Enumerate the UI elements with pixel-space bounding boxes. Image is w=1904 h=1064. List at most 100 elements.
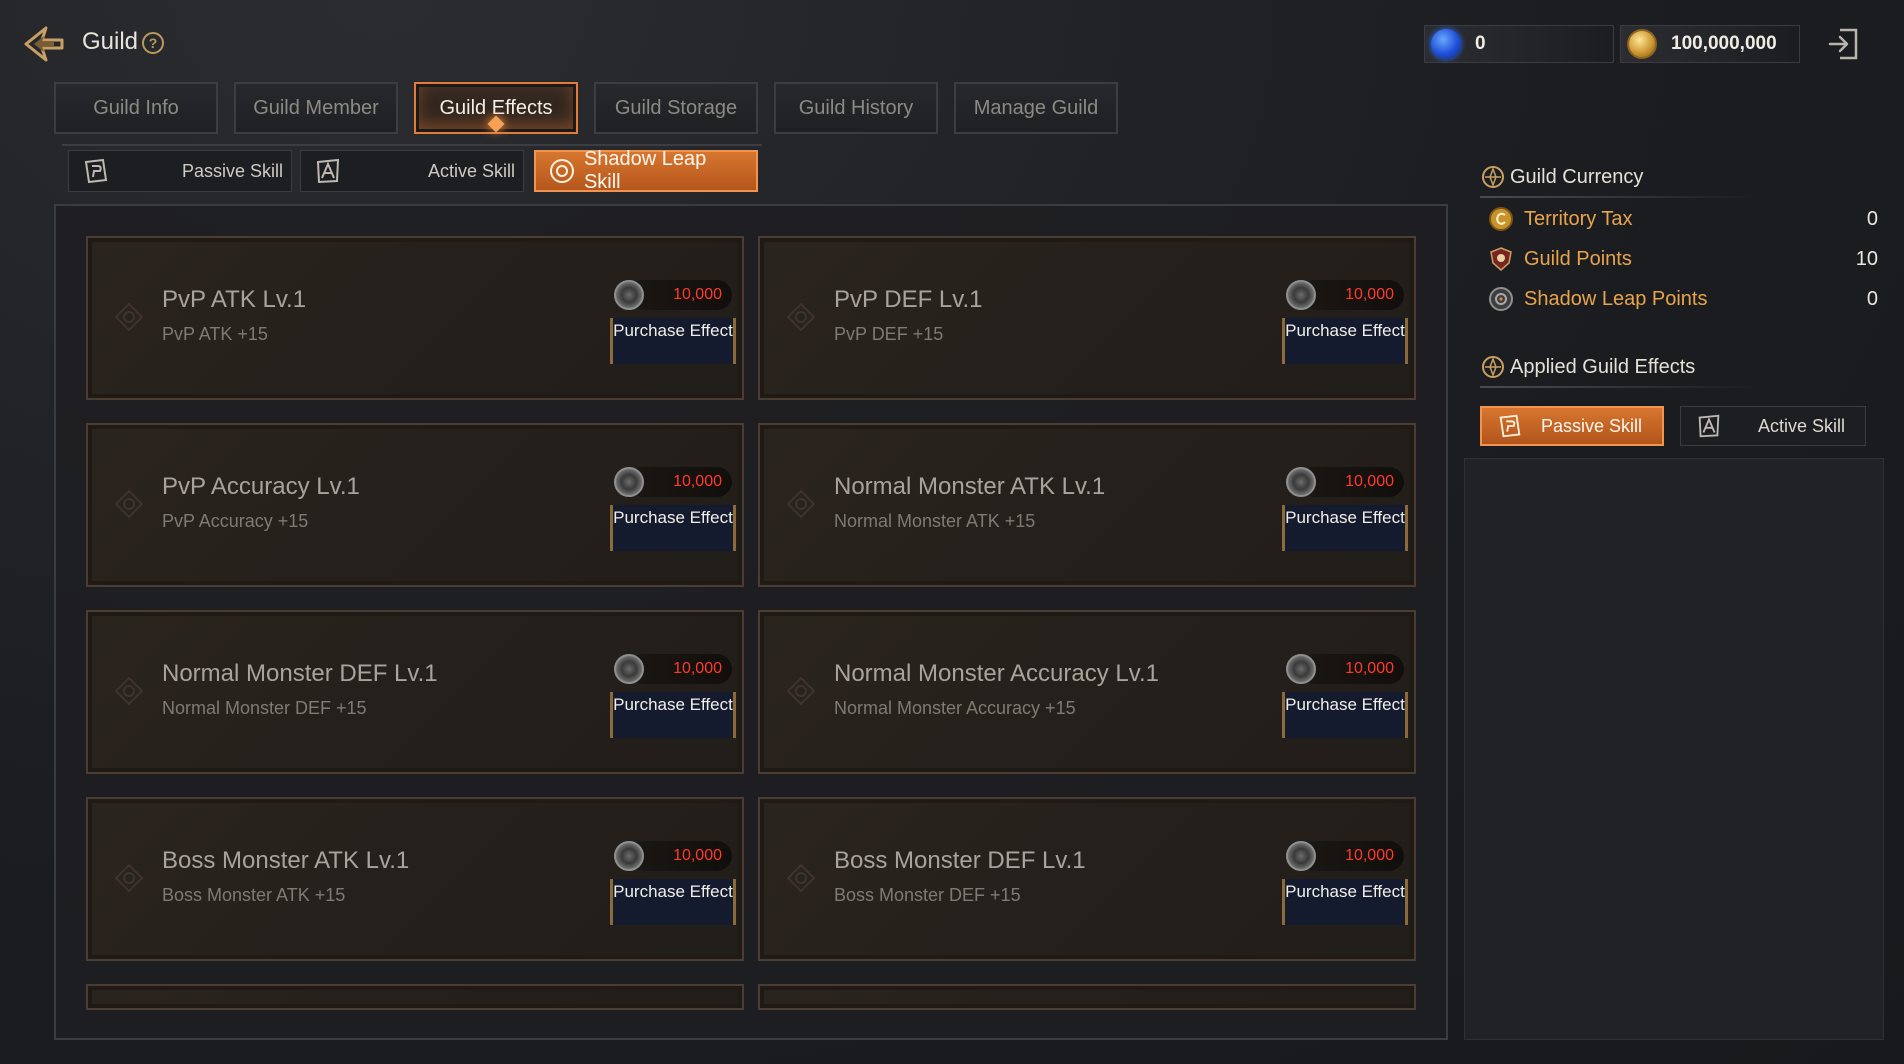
- shadow-leap-coin-icon: [1286, 841, 1316, 871]
- purchase-effect-button[interactable]: Purchase Effect: [1282, 692, 1408, 738]
- shadow-leap-coin-icon: [614, 280, 644, 310]
- effect-name: PvP Accuracy Lv.1: [162, 473, 360, 500]
- gold-currency: 100,000,000: [1620, 25, 1800, 63]
- effect-price: 10,000: [614, 467, 732, 497]
- tab-guild-history[interactable]: Guild History: [774, 82, 938, 134]
- price-value: 10,000: [1345, 286, 1394, 303]
- effect-emblem-icon: [114, 489, 144, 519]
- subtab-label: Shadow Leap Skill: [583, 148, 707, 193]
- effect-price: 10,000: [1286, 467, 1404, 497]
- purchase-effect-button[interactable]: Purchase Effect: [1282, 879, 1408, 925]
- effect-card: Normal Monster ATK Lv.1 Normal Monster AT…: [758, 423, 1416, 587]
- tab-guild-storage[interactable]: Guild Storage: [594, 82, 758, 134]
- gem-amount: 0: [1475, 33, 1486, 54]
- price-value: 10,000: [1345, 660, 1394, 677]
- effect-price: 10,000: [1286, 280, 1404, 310]
- applied-effects-list: [1464, 458, 1884, 1040]
- effect-price: 10,000: [614, 654, 732, 684]
- shadow-leap-coin-icon: [614, 467, 644, 497]
- back-arrow-icon[interactable]: [20, 20, 68, 68]
- price-value: 10,000: [1345, 473, 1394, 490]
- currency-row-guild-points: Guild Points 10: [1488, 242, 1878, 276]
- gold-coin-icon: [1627, 29, 1657, 59]
- purchase-effect-button[interactable]: Purchase Effect: [610, 505, 736, 551]
- effect-description: Normal Monster DEF +15: [162, 698, 367, 718]
- effect-emblem-icon: [786, 302, 816, 332]
- subtab-label: Passive Skill: [181, 160, 283, 181]
- shadow-leap-coin-icon: [1489, 287, 1513, 311]
- effect-card-partial: [86, 984, 744, 1010]
- effect-description: Boss Monster ATK +15: [162, 885, 346, 905]
- shadow-leap-coin-icon: [614, 654, 644, 684]
- price-value: 10,000: [673, 286, 722, 303]
- effect-description: Normal Monster Accuracy +15: [834, 698, 1076, 718]
- effect-card: Normal Monster DEF Lv.1 Normal Monster DE…: [86, 610, 744, 774]
- shadow-leap-coin-icon: [1286, 280, 1316, 310]
- shadow-leap-coin-icon: [1286, 654, 1316, 684]
- divider: [1480, 386, 1760, 388]
- passive-skill-icon: [1499, 414, 1521, 438]
- effect-card: Boss Monster DEF Lv.1 Boss Monster DEF +1…: [758, 797, 1416, 961]
- effect-emblem-icon: [114, 863, 144, 893]
- price-value: 10,000: [673, 473, 722, 490]
- shadow-leap-coin-icon: [1286, 467, 1316, 497]
- applied-effects-title: Applied Guild Effects: [1480, 354, 1695, 380]
- purchase-effect-button[interactable]: Purchase Effect: [1282, 318, 1408, 364]
- effect-price: 10,000: [1286, 841, 1404, 871]
- subtab-shadow-leap-skill[interactable]: Shadow Leap Skill: [534, 148, 758, 193]
- shadow-leap-coin-icon: [614, 841, 644, 871]
- applied-tab-active-skill[interactable]: Active Skill: [1680, 406, 1866, 446]
- effect-emblem-icon: [786, 676, 816, 706]
- purchase-effect-button[interactable]: Purchase Effect: [1282, 505, 1408, 551]
- effect-card: PvP DEF Lv.1 PvP DEF +15 10,000 Purchase Ef…: [758, 236, 1416, 400]
- currency-row-shadow-leap-points: Shadow Leap Points 0: [1488, 282, 1878, 316]
- effect-name: Boss Monster DEF Lv.1: [834, 847, 1086, 874]
- price-value: 10,000: [1345, 847, 1394, 864]
- effect-name: Boss Monster ATK Lv.1: [162, 847, 410, 874]
- effect-name: PvP ATK Lv.1: [162, 286, 307, 313]
- effect-price: 10,000: [614, 280, 732, 310]
- tab-guild-effects[interactable]: Guild Effects: [414, 82, 578, 134]
- territory-tax-coin-icon: [1489, 207, 1513, 231]
- effect-emblem-icon: [786, 863, 816, 893]
- effect-description: PvP Accuracy +15: [162, 511, 309, 531]
- divider: [1480, 196, 1760, 198]
- guild-emblem-icon: [1482, 356, 1504, 378]
- tab-manage-guild[interactable]: Manage Guild: [954, 82, 1118, 134]
- effect-price: 10,000: [1286, 654, 1404, 684]
- active-skill-icon: [1698, 414, 1720, 438]
- gem-currency: 0: [1424, 25, 1614, 63]
- exit-icon[interactable]: [1826, 26, 1862, 62]
- price-value: 10,000: [673, 847, 722, 864]
- effect-card: PvP ATK Lv.1 PvP ATK +15 10,000 Purchase Ef…: [86, 236, 744, 400]
- passive-skill-icon: [84, 158, 108, 184]
- active-skill-icon: [316, 158, 340, 184]
- purchase-effect-button[interactable]: Purchase Effect: [610, 692, 736, 738]
- tab-guild-member[interactable]: Guild Member: [234, 82, 398, 134]
- purchase-effect-button[interactable]: Purchase Effect: [610, 318, 736, 364]
- effect-card: PvP Accuracy Lv.1 PvP Accuracy +15 10,000 P…: [86, 423, 744, 587]
- effect-description: PvP ATK +15: [162, 324, 268, 344]
- effect-card: Boss Monster ATK Lv.1 Boss Monster ATK +1…: [86, 797, 744, 961]
- effect-emblem-icon: [114, 676, 144, 706]
- effects-panel: PvP ATK Lv.1 PvP ATK +15 10,000 Purchase Ef…: [54, 204, 1448, 1040]
- effect-price: 10,000: [614, 841, 732, 871]
- price-value: 10,000: [673, 660, 722, 677]
- effect-emblem-icon: [786, 489, 816, 519]
- effect-description: Boss Monster DEF +15: [834, 885, 1021, 905]
- help-icon[interactable]: ?: [142, 32, 164, 54]
- purchase-effect-button[interactable]: Purchase Effect: [610, 879, 736, 925]
- effect-name: Normal Monster ATK Lv.1: [834, 473, 1106, 500]
- effect-name: PvP DEF Lv.1: [834, 286, 983, 313]
- guild-currency-title: Guild Currency: [1480, 164, 1643, 190]
- effect-card: Normal Monster Accuracy Lv.1 Normal Monst…: [758, 610, 1416, 774]
- blue-gem-icon: [1431, 29, 1461, 59]
- subtab-active-skill[interactable]: Active Skill: [300, 150, 524, 192]
- applied-tab-passive-skill[interactable]: Passive Skill: [1480, 406, 1664, 446]
- effect-description: PvP DEF +15: [834, 324, 944, 344]
- subtab-passive-skill[interactable]: Passive Skill: [68, 150, 292, 192]
- subtab-label: Active Skill: [427, 160, 515, 181]
- currency-row-territory-tax: Territory Tax 0: [1488, 202, 1878, 236]
- effect-card-partial: [758, 984, 1416, 1010]
- tab-guild-info[interactable]: Guild Info: [54, 82, 218, 134]
